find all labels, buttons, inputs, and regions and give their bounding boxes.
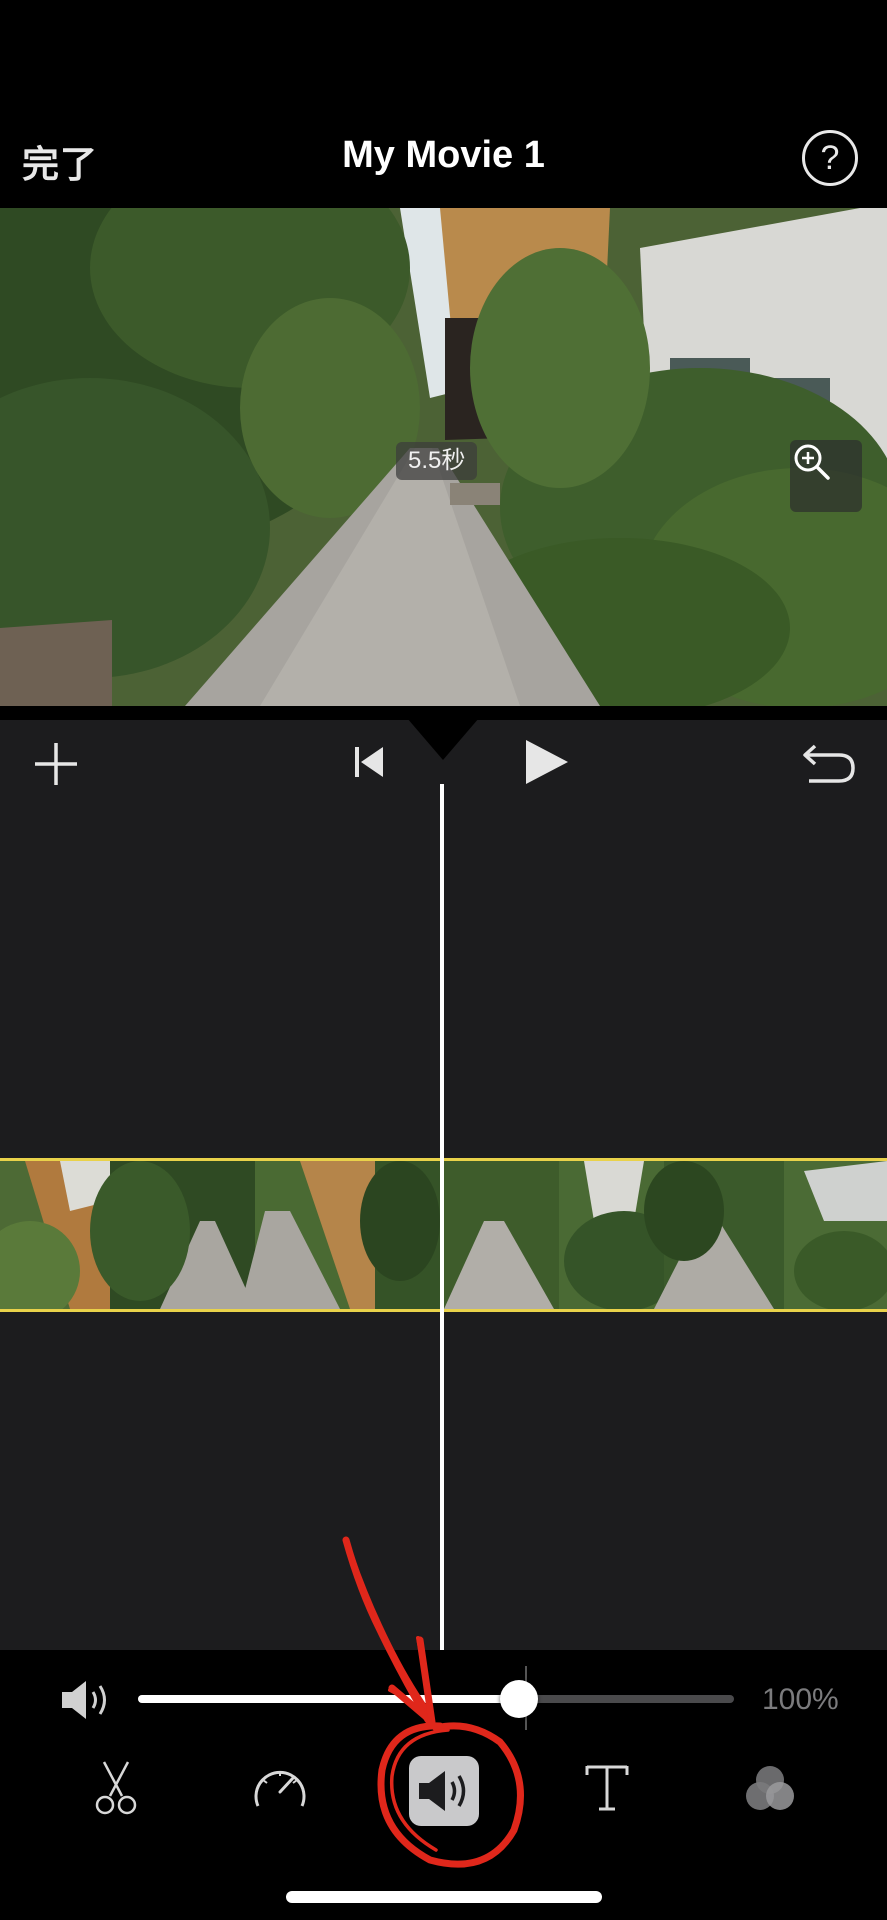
help-icon: ?	[820, 138, 840, 177]
play-icon	[526, 740, 568, 784]
clip-2-thumbnails	[444, 1161, 887, 1309]
undo-icon	[803, 744, 855, 783]
skip-to-start-icon	[355, 747, 383, 777]
add-media-button[interactable]	[30, 738, 82, 790]
speaker-icon	[419, 1771, 466, 1811]
volume-tool-button[interactable]	[409, 1756, 479, 1826]
speedometer-icon	[254, 1770, 306, 1807]
speaker-icon	[62, 1681, 106, 1719]
clip-2[interactable]	[444, 1158, 887, 1312]
clip-1-thumbnails	[0, 1161, 440, 1309]
project-title: My Movie 1	[342, 134, 545, 176]
zoom-button[interactable]	[790, 440, 862, 512]
undo-button[interactable]	[798, 734, 860, 790]
home-indicator	[286, 1891, 602, 1903]
split-tool-button[interactable]	[76, 1748, 156, 1828]
volume-slider[interactable]	[138, 1695, 734, 1703]
text-icon	[585, 1765, 629, 1811]
playhead-notch	[407, 718, 479, 760]
volume-value: 100%	[762, 1683, 839, 1716]
help-button[interactable]: ?	[802, 130, 858, 186]
plus-icon	[35, 743, 77, 785]
rewind-button[interactable]	[348, 740, 390, 784]
nav-bar: 完了 My Movie 1 ?	[0, 0, 887, 208]
volume-slider-fill	[138, 1695, 520, 1703]
title-tool-button[interactable]	[567, 1748, 647, 1828]
zoom-in-icon	[794, 444, 830, 480]
speed-tool-button[interactable]	[240, 1748, 320, 1828]
clip-1[interactable]	[0, 1158, 440, 1312]
scissors-icon	[95, 1761, 137, 1815]
playhead[interactable]	[440, 784, 444, 1650]
play-button[interactable]	[515, 734, 575, 790]
filters-icon	[746, 1766, 794, 1810]
video-preview[interactable]: 5.5秒	[0, 208, 887, 706]
volume-indicator	[60, 1678, 114, 1727]
duration-badge: 5.5秒	[396, 442, 478, 480]
filter-tool-button[interactable]	[730, 1748, 810, 1828]
